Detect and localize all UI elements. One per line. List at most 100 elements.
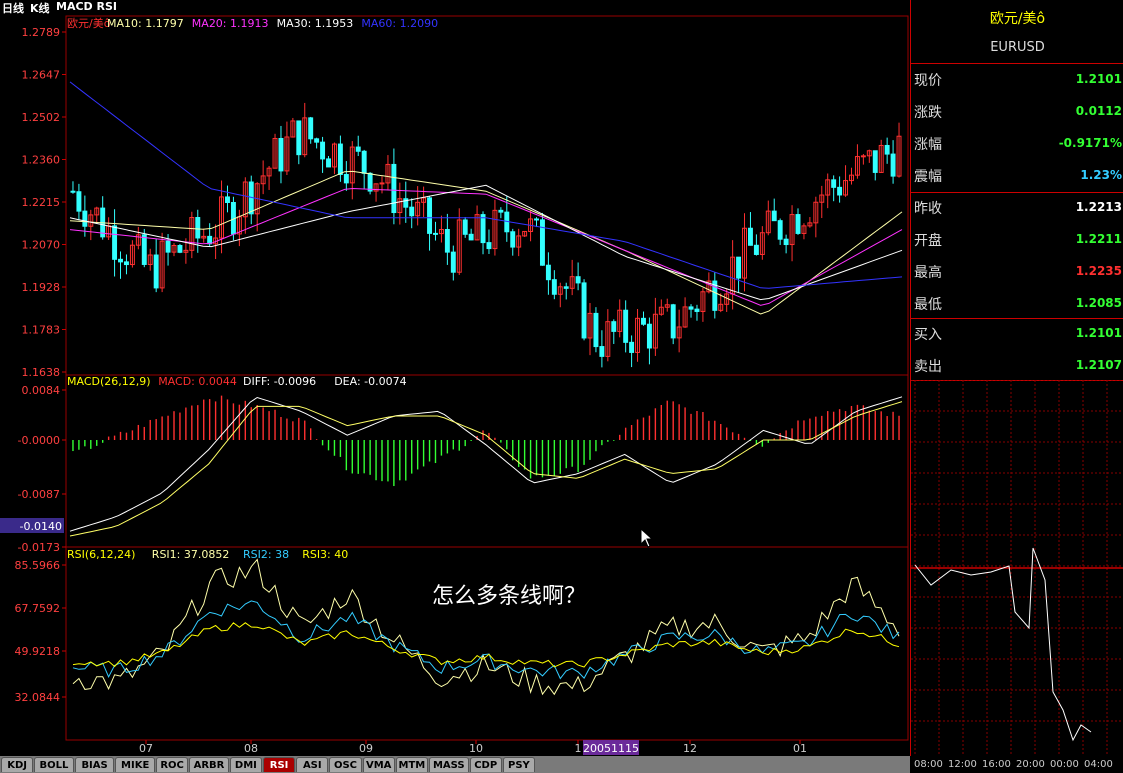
legend-entry: RSI2: 38 [243,548,289,561]
price-tick-label: 1.2360 [22,154,61,167]
candle-body [427,197,433,234]
tab-kdj[interactable]: KDJ [1,757,34,772]
candle-body [343,173,349,184]
price-tick-label: 1.2070 [22,239,61,252]
tab-mike[interactable]: MIKE [115,757,155,772]
month-label: 09 [359,742,373,755]
legend-entry: RSI(6,12,24) [67,548,135,561]
quote-row: 最高 1.2235 [911,256,1123,287]
quote-label: 涨幅 [914,137,942,153]
quote-row: 涨跌 0.0112 [911,96,1123,127]
macd-diff-line [69,396,903,532]
panel-frame [65,374,909,548]
candle-body [646,323,652,349]
candle-body [118,258,123,263]
candle-body [629,341,635,353]
legend-entry: MACD(26,12,9) [67,375,151,388]
tab-cdp[interactable]: CDP [469,757,502,772]
candle-body [326,158,331,168]
candle-body [783,238,789,246]
intraday-chart[interactable] [911,380,1123,756]
macd-tick-label: -0.0173 [18,541,60,554]
candle-body [777,220,783,240]
candle-body [141,234,147,265]
price-tick-label: 1.1638 [22,366,61,379]
candle-body [510,231,516,248]
price-tick-label: 1.2502 [22,111,61,124]
candle-body [860,155,866,158]
tab-arbr[interactable]: ARBR [189,757,229,772]
quote-row: 现价 1.2101 [911,64,1123,95]
candle-body [890,153,896,177]
quote-value: 1.2235 [1075,264,1122,278]
quote-label: 最低 [914,297,942,313]
month-label: 1 [575,742,582,755]
intraday-time-label: 04:00 [1084,759,1113,770]
tab-rsi[interactable]: RSI [263,757,296,772]
legend-entry: RSI3: 40 [302,548,348,561]
legend-entry: DIFF: -0.0096 [243,375,316,388]
tab-mass[interactable]: MASS [429,757,469,772]
legend-entry: RSI1: 37.0852 [152,548,230,561]
quote-row: 涨幅 -0.9171% [911,128,1123,159]
quote-label: 昨收 [914,201,942,217]
quote-header: 欧元/美ô EURUSD [911,0,1123,64]
candle-body [581,282,587,339]
tab-boll[interactable]: BOLL [34,757,74,772]
candle-body [177,245,183,253]
legend-entry: 欧元/美ô [67,17,111,30]
candle-body [611,321,617,332]
candle-body [534,218,539,221]
candle-body [884,144,890,155]
candle-body [123,261,129,266]
macd-dea-line [69,401,903,537]
quote-value: 1.2213 [1075,200,1122,214]
quote-row: 卖出 1.2107 [911,350,1123,381]
candle-body [593,312,599,348]
quote-row: 开盘 1.2211 [911,224,1123,255]
rsi-tick-label: 32.0844 [15,691,61,704]
quote-value: -0.9171% [1058,136,1122,150]
candle-body [688,306,694,310]
candle-body [795,214,801,234]
legend-entry: DEA: -0.0074 [334,375,406,388]
tab-mtm[interactable]: MTM [395,757,428,772]
quote-row: 震幅 1.23% [911,160,1123,191]
intraday-time-label: 20:00 [1016,759,1045,770]
candle-body [747,227,753,246]
tab-osc[interactable]: OSC [329,757,362,772]
chart-header: 日线 K线 MACD RSI [0,0,910,16]
month-label: 10 [469,742,483,755]
quote-row: 昨收 1.2213 [911,192,1123,223]
rsi-tick-label: 67.7592 [15,602,61,615]
intraday-time-axis: 08:00 12:00 16:00 20:00 00:00 04:00 [910,756,1123,773]
candle-body [641,317,646,325]
candle-body [153,254,159,289]
intraday-price-line [914,547,1092,742]
annotation-text: 怎么多条线啊？ [432,584,587,609]
intraday-time-label: 16:00 [982,759,1011,770]
macd-highlight-label: -0.0140 [20,520,62,533]
candle-body [486,242,492,250]
candle-body [278,137,284,172]
candle-body [70,190,76,193]
tab-asi[interactable]: ASI [296,757,329,772]
tab-psy[interactable]: PSY [502,757,535,772]
tab-vma[interactable]: VMA [362,757,395,772]
candle-body [355,146,361,152]
indicator-tabs: KDJ BOLL BIAS MIKE ROC ARBR DMI RSI ASI OSC VMA MTM… [0,756,910,773]
candle-body [409,206,415,217]
price-tick-label: 1.2215 [22,196,61,209]
candle-body [480,214,486,244]
macd-tick-label: -0.0087 [18,488,60,501]
legend-entry: MACD: 0.0044 [158,375,237,388]
candle-body [468,233,474,241]
rsi-tick-label: 49.9218 [15,645,61,658]
quote-value: 1.2085 [1075,296,1122,310]
candle-body [379,182,385,185]
candle-body [498,209,504,213]
tab-bias[interactable]: BIAS [74,757,115,772]
tab-roc[interactable]: ROC [156,757,189,772]
tab-dmi[interactable]: DMI [229,757,262,772]
chart-area[interactable]: 1.2789 1.2647 1.2502 1.2360 1.2215 1.2070 1.19… [0,0,910,756]
